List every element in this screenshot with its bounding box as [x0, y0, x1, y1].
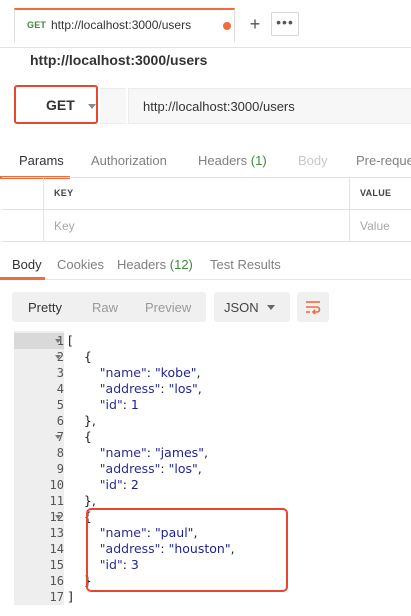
request-tab[interactable]: GET http://localhost:3000/users: [14, 8, 235, 42]
tab-test-results[interactable]: Test Results: [210, 257, 281, 272]
line-number: 11: [49, 494, 64, 508]
line-number: 8: [56, 446, 64, 460]
value-input[interactable]: Value: [350, 210, 411, 242]
line-number: 4: [56, 382, 64, 396]
tab-url-label: http://localhost:3000/users: [51, 18, 192, 32]
fold-caret-icon[interactable]: [55, 355, 61, 359]
line-number: 16: [49, 574, 64, 588]
active-response-tab-indicator: [0, 277, 45, 280]
request-tab-bar: GET http://localhost:3000/users + •••: [0, 0, 411, 48]
url-bar-spacer: [100, 88, 126, 124]
line-number: 15: [49, 558, 64, 572]
code-line: 5 "id": 1: [14, 397, 411, 413]
key-input[interactable]: Key: [44, 210, 350, 242]
tab-params[interactable]: Params: [19, 153, 64, 168]
tab-response-headers-count: (12): [169, 257, 193, 272]
response-tabs: Body Cookies Headers (12) Test Results: [0, 250, 411, 280]
new-tab-button[interactable]: +: [240, 12, 270, 36]
view-mode-group: Pretty Raw Preview: [12, 292, 206, 322]
code-text: "address": "los",: [99, 381, 202, 396]
tab-body[interactable]: Body: [298, 153, 328, 168]
tab-cookies[interactable]: Cookies: [57, 257, 104, 272]
line-number: 5: [56, 398, 64, 412]
checkbox-column-header: [2, 178, 44, 210]
code-text: {: [68, 349, 92, 364]
fold-caret-icon[interactable]: [55, 515, 61, 519]
tab-headers-count: (1): [250, 153, 267, 168]
tab-response-headers-label: Headers: [117, 257, 167, 272]
chevron-down-icon: [267, 305, 275, 310]
code-line: 10 "id": 2: [14, 477, 411, 493]
code-line: 6 },: [14, 413, 411, 429]
url-input[interactable]: http://localhost:3000/users: [128, 88, 411, 124]
tab-prerequest[interactable]: Pre-reque: [356, 153, 411, 168]
key-column-header: KEY: [44, 178, 350, 210]
tab-response-headers[interactable]: Headers (12): [117, 257, 193, 272]
code-text: [: [68, 333, 73, 348]
code-text: "address": "los",: [99, 461, 202, 476]
line-number: 9: [56, 462, 64, 476]
fold-caret-icon[interactable]: [55, 435, 61, 439]
unsaved-dot-icon: [223, 22, 231, 30]
request-tabs: Params Authorization Headers (1) Body Pr…: [0, 143, 411, 179]
line-number: 3: [56, 366, 64, 380]
code-text: ]: [68, 589, 73, 604]
line-number: 6: [56, 414, 64, 428]
code-text: "id": 2: [99, 477, 139, 492]
params-table: KEY VALUE Key Value: [2, 177, 411, 242]
method-select[interactable]: GET: [14, 85, 98, 124]
code-text: "name": "james",: [99, 445, 208, 460]
code-line: 9 "address": "los",: [14, 461, 411, 477]
table-header-row: KEY VALUE: [2, 178, 411, 210]
line-number: 14: [49, 542, 64, 556]
tab-headers-label: Headers: [198, 153, 248, 168]
code-line: 1[: [14, 333, 411, 349]
code-line: 2 {: [14, 349, 411, 365]
tab-authorization[interactable]: Authorization: [91, 153, 167, 168]
chevron-down-icon: [88, 104, 96, 109]
preview-button[interactable]: Preview: [145, 300, 191, 315]
code-text: "name": "kobe",: [99, 365, 201, 380]
line-number: 17: [49, 590, 64, 604]
code-line: 8 "name": "james",: [14, 445, 411, 461]
code-line: 4 "address": "los",: [14, 381, 411, 397]
code-line: 7 {: [14, 429, 411, 445]
tab-method-label: GET: [27, 20, 47, 30]
code-line: 3 "name": "kobe",: [14, 365, 411, 381]
code-text: },: [68, 493, 96, 508]
raw-button[interactable]: Raw: [92, 300, 118, 315]
tab-headers[interactable]: Headers (1): [198, 153, 267, 168]
format-select[interactable]: JSON: [214, 292, 290, 322]
value-column-header: VALUE: [360, 188, 392, 198]
method-label: GET: [46, 97, 75, 113]
row-checkbox-cell: [2, 210, 44, 242]
code-text: {: [68, 429, 92, 444]
code-text: },: [68, 413, 96, 428]
table-row: Key Value: [2, 210, 411, 242]
wrap-lines-icon: [306, 301, 321, 315]
tab-response-body[interactable]: Body: [12, 257, 42, 272]
more-tabs-button[interactable]: •••: [271, 12, 299, 36]
highlight-annotation: [86, 508, 288, 592]
pretty-button[interactable]: Pretty: [12, 292, 78, 322]
fold-caret-icon[interactable]: [55, 339, 61, 343]
line-number: 13: [49, 526, 64, 540]
wrap-lines-button[interactable]: [297, 292, 329, 322]
format-label: JSON: [224, 300, 259, 315]
line-number: 10: [49, 478, 64, 492]
code-line: 11 },: [14, 493, 411, 509]
request-title: http://localhost:3000/users: [30, 52, 208, 68]
code-text: "id": 1: [99, 397, 139, 412]
